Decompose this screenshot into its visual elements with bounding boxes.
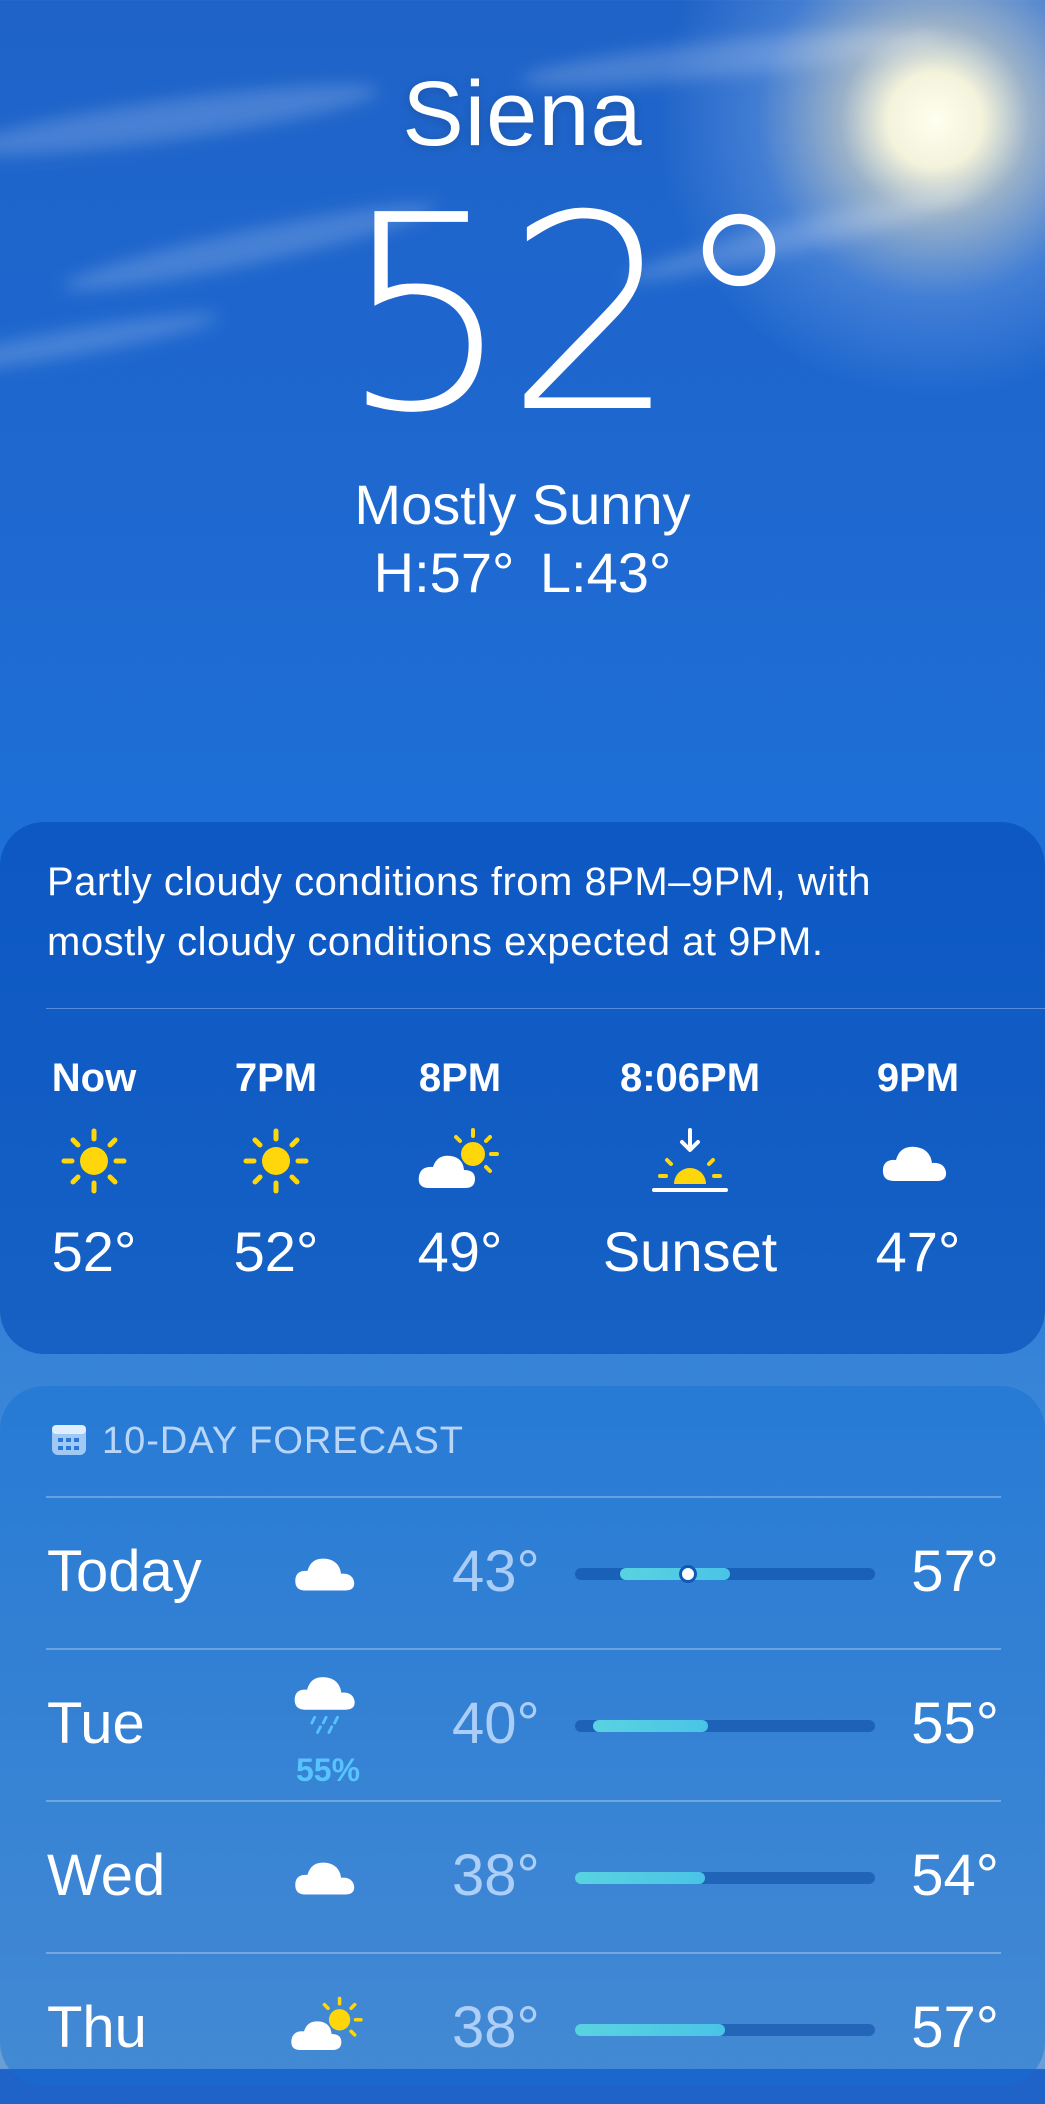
cloud-icon (288, 1834, 368, 1914)
forecast-title: 10-DAY FORECAST (102, 1419, 465, 1462)
forecast-day: Wed (47, 1843, 166, 1908)
temperature-range-bar (575, 1872, 875, 1884)
temperature-range-fill (593, 1720, 708, 1732)
forecast-row-today[interactable]: Today 43° 57° (0, 1498, 1045, 1648)
current-temp-dot (679, 1565, 697, 1583)
forecast-high: 55° (911, 1691, 999, 1756)
hour-item-9pm[interactable]: 9PM 47° (818, 1050, 1018, 1292)
condition-text: Mostly Sunny (354, 473, 691, 536)
hour-label: 7PM (234, 1056, 318, 1100)
temperature-range-bar (575, 1720, 875, 1732)
hour-temp: 49° (417, 1220, 503, 1283)
hour-label: Now (51, 1056, 137, 1100)
hour-item-now[interactable]: Now 52° (0, 1050, 194, 1292)
forecast-low: 43° (452, 1539, 540, 1604)
hourly-divider (46, 1008, 1045, 1009)
city-name: Siena (402, 63, 643, 165)
temperature-range-fill (575, 1872, 705, 1884)
hour-item-8pm[interactable]: 8PM 49° (360, 1050, 560, 1292)
forecast-low: 38° (452, 1843, 540, 1908)
sunset-icon (590, 1116, 790, 1206)
hour-label: 8PM (418, 1056, 502, 1100)
hour-temp: 52° (233, 1220, 319, 1283)
forecast-low: 38° (452, 1995, 540, 2060)
forecast-row-thu[interactable]: Thu 38° 57° (0, 1954, 1045, 2104)
calendar-icon (50, 1421, 88, 1462)
hour-item-sunset[interactable]: 8:06PM Sunset (590, 1050, 790, 1292)
sun-icon (176, 1116, 376, 1206)
forecast-day: Tue (47, 1691, 145, 1756)
sun-icon (0, 1116, 194, 1206)
partly-cloudy-icon (360, 1116, 560, 1206)
forecast-row-tue[interactable]: Tue 55% 40° 55° (0, 1650, 1045, 1800)
precipitation-chance: 55% (295, 1752, 361, 1788)
hour-label: 8:06PM (619, 1056, 761, 1100)
current-temperature: 52° (340, 157, 807, 472)
forecast-header: 10-DAY FORECAST (50, 1418, 464, 1464)
hour-item-7pm[interactable]: 7PM 52° (176, 1050, 376, 1292)
temperature-range-bar (575, 1565, 875, 1583)
temperature-range-bar (575, 2024, 875, 2036)
forecast-high: 57° (911, 1539, 999, 1604)
hour-label: 9PM (876, 1056, 960, 1100)
forecast-low: 40° (452, 1691, 540, 1756)
partly-cloudy-icon (288, 1986, 368, 2066)
hour-temp: Sunset (602, 1220, 778, 1283)
forecast-high: 57° (911, 1995, 999, 2060)
forecast-day: Thu (47, 1995, 147, 2060)
hour-temp: 52° (51, 1220, 137, 1283)
rain-cloud-icon (288, 1664, 368, 1744)
temperature-range-fill (620, 1568, 730, 1580)
forecast-day: Today (47, 1539, 202, 1604)
hour-temp: 47° (875, 1220, 961, 1283)
cloud-streak (0, 304, 220, 382)
forecast-high: 54° (911, 1843, 999, 1908)
current-temperature-wrap: 52° (340, 157, 807, 472)
cloud-icon (818, 1116, 1018, 1206)
temperature-range-fill (575, 2024, 725, 2036)
hourly-summary: Partly cloudy conditions from 8PM–9PM, w… (47, 860, 872, 964)
cloud-icon (288, 1530, 368, 1610)
forecast-row-wed[interactable]: Wed 38° 54° (0, 1802, 1045, 1952)
high-low-text: H:57° L:43° (373, 541, 672, 604)
